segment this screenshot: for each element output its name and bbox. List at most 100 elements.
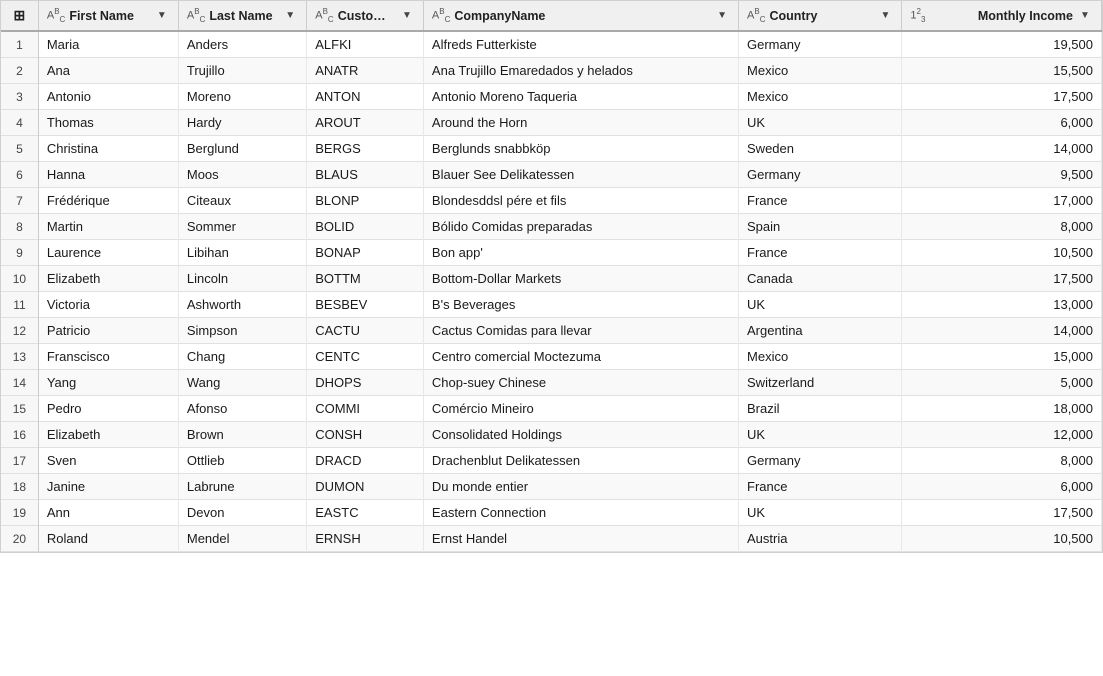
cell-income: 10,500	[902, 240, 1102, 266]
row-number: 11	[1, 292, 38, 318]
cell-country: Mexico	[739, 344, 902, 370]
cell-income: 19,500	[902, 31, 1102, 58]
cell-customerid: CACTU	[307, 318, 424, 344]
cell-lastname: Labrune	[178, 474, 306, 500]
cell-lastname: Ottlieb	[178, 448, 306, 474]
col-header-country[interactable]: ABC Country ▼	[739, 1, 902, 31]
col-label-country: Country	[769, 9, 873, 23]
cell-companyname: Bon app'	[423, 240, 738, 266]
row-number: 1	[1, 31, 38, 58]
cell-income: 12,000	[902, 422, 1102, 448]
cell-companyname: Blauer See Delikatessen	[423, 162, 738, 188]
cell-firstname: Victoria	[38, 292, 178, 318]
cell-country: Germany	[739, 448, 902, 474]
cell-income: 8,000	[902, 448, 1102, 474]
table-row: 4ThomasHardyAROUTAround the HornUK6,000	[1, 110, 1102, 136]
cell-country: France	[739, 240, 902, 266]
cell-customerid: DHOPS	[307, 370, 424, 396]
cell-companyname: Blondesddsl pére et fils	[423, 188, 738, 214]
cell-customerid: BESBEV	[307, 292, 424, 318]
filter-btn-income[interactable]: ▼	[1077, 8, 1093, 24]
cell-companyname: Comércio Mineiro	[423, 396, 738, 422]
cell-lastname: Sommer	[178, 214, 306, 240]
table-row: 5ChristinaBerglundBERGSBerglunds snabbkö…	[1, 136, 1102, 162]
cell-companyname: Alfreds Futterkiste	[423, 31, 738, 58]
row-number: 12	[1, 318, 38, 344]
table-row: 19AnnDevonEASTCEastern ConnectionUK17,50…	[1, 500, 1102, 526]
cell-country: UK	[739, 500, 902, 526]
cell-firstname: Sven	[38, 448, 178, 474]
cell-firstname: Patricio	[38, 318, 178, 344]
cell-lastname: Moos	[178, 162, 306, 188]
cell-country: Spain	[739, 214, 902, 240]
filter-btn-lastname[interactable]: ▼	[282, 8, 298, 24]
col-header-firstname[interactable]: ABC First Name ▼	[38, 1, 178, 31]
filter-btn-firstname[interactable]: ▼	[154, 8, 170, 24]
row-number: 3	[1, 84, 38, 110]
col-header-lastname[interactable]: ABC Last Name ▼	[178, 1, 306, 31]
cell-customerid: ANTON	[307, 84, 424, 110]
cell-companyname: Drachenblut Delikatessen	[423, 448, 738, 474]
filter-btn-customerid[interactable]: ▼	[399, 8, 415, 24]
cell-lastname: Lincoln	[178, 266, 306, 292]
cell-customerid: BLAUS	[307, 162, 424, 188]
cell-companyname: Around the Horn	[423, 110, 738, 136]
col-header-customerid[interactable]: ABC CustomerID ▼	[307, 1, 424, 31]
cell-firstname: Maria	[38, 31, 178, 58]
table-body: 1MariaAndersALFKIAlfreds FutterkisteGerm…	[1, 31, 1102, 552]
row-number: 5	[1, 136, 38, 162]
cell-lastname: Ashworth	[178, 292, 306, 318]
type-icon-customerid: ABC	[315, 7, 333, 24]
cell-companyname: Chop-suey Chinese	[423, 370, 738, 396]
cell-companyname: B's Beverages	[423, 292, 738, 318]
table-row: 1MariaAndersALFKIAlfreds FutterkisteGerm…	[1, 31, 1102, 58]
type-icon-country: ABC	[747, 7, 765, 24]
col-header-income[interactable]: 123 Monthly Income ▼	[902, 1, 1102, 31]
cell-companyname: Antonio Moreno Taqueria	[423, 84, 738, 110]
cell-customerid: AROUT	[307, 110, 424, 136]
cell-lastname: Mendel	[178, 526, 306, 552]
cell-country: Germany	[739, 162, 902, 188]
col-label-firstname: First Name	[69, 9, 150, 23]
cell-income: 14,000	[902, 136, 1102, 162]
table-row: 17SvenOttliebDRACDDrachenblut Delikatess…	[1, 448, 1102, 474]
cell-companyname: Eastern Connection	[423, 500, 738, 526]
col-header-companyname[interactable]: ABC CompanyName ▼	[423, 1, 738, 31]
table-row: 16ElizabethBrownCONSHConsolidated Holdin…	[1, 422, 1102, 448]
cell-firstname: Laurence	[38, 240, 178, 266]
cell-customerid: DUMON	[307, 474, 424, 500]
cell-firstname: Martin	[38, 214, 178, 240]
cell-firstname: Roland	[38, 526, 178, 552]
cell-income: 17,500	[902, 500, 1102, 526]
table-row: 2AnaTrujilloANATRAna Trujillo Emaredados…	[1, 58, 1102, 84]
table-row: 15PedroAfonsoCOMMIComércio MineiroBrazil…	[1, 396, 1102, 422]
filter-btn-companyname[interactable]: ▼	[714, 8, 730, 24]
table-row: 6HannaMoosBLAUSBlauer See DelikatessenGe…	[1, 162, 1102, 188]
row-number: 6	[1, 162, 38, 188]
type-icon-companyname: ABC	[432, 7, 450, 24]
cell-income: 17,500	[902, 84, 1102, 110]
cell-country: Canada	[739, 266, 902, 292]
cell-income: 14,000	[902, 318, 1102, 344]
cell-customerid: BONAP	[307, 240, 424, 266]
table-row: 9LaurenceLibihanBONAPBon app'France10,50…	[1, 240, 1102, 266]
col-label-income: Monthly Income	[929, 9, 1073, 23]
cell-lastname: Libihan	[178, 240, 306, 266]
cell-lastname: Chang	[178, 344, 306, 370]
cell-income: 17,500	[902, 266, 1102, 292]
cell-lastname: Trujillo	[178, 58, 306, 84]
col-label-lastname: Last Name	[209, 9, 278, 23]
cell-companyname: Ana Trujillo Emaredados y helados	[423, 58, 738, 84]
table-row: 10ElizabethLincolnBOTTMBottom-Dollar Mar…	[1, 266, 1102, 292]
row-number: 9	[1, 240, 38, 266]
cell-companyname: Berglunds snabbköp	[423, 136, 738, 162]
table-header-row: ⊞ ABC First Name ▼ ABC Last Name ▼	[1, 1, 1102, 31]
row-number: 13	[1, 344, 38, 370]
cell-customerid: COMMI	[307, 396, 424, 422]
cell-customerid: ANATR	[307, 58, 424, 84]
cell-income: 13,000	[902, 292, 1102, 318]
filter-btn-country[interactable]: ▼	[877, 8, 893, 24]
cell-companyname: Du monde entier	[423, 474, 738, 500]
row-number-header: ⊞	[1, 1, 38, 31]
row-number: 7	[1, 188, 38, 214]
